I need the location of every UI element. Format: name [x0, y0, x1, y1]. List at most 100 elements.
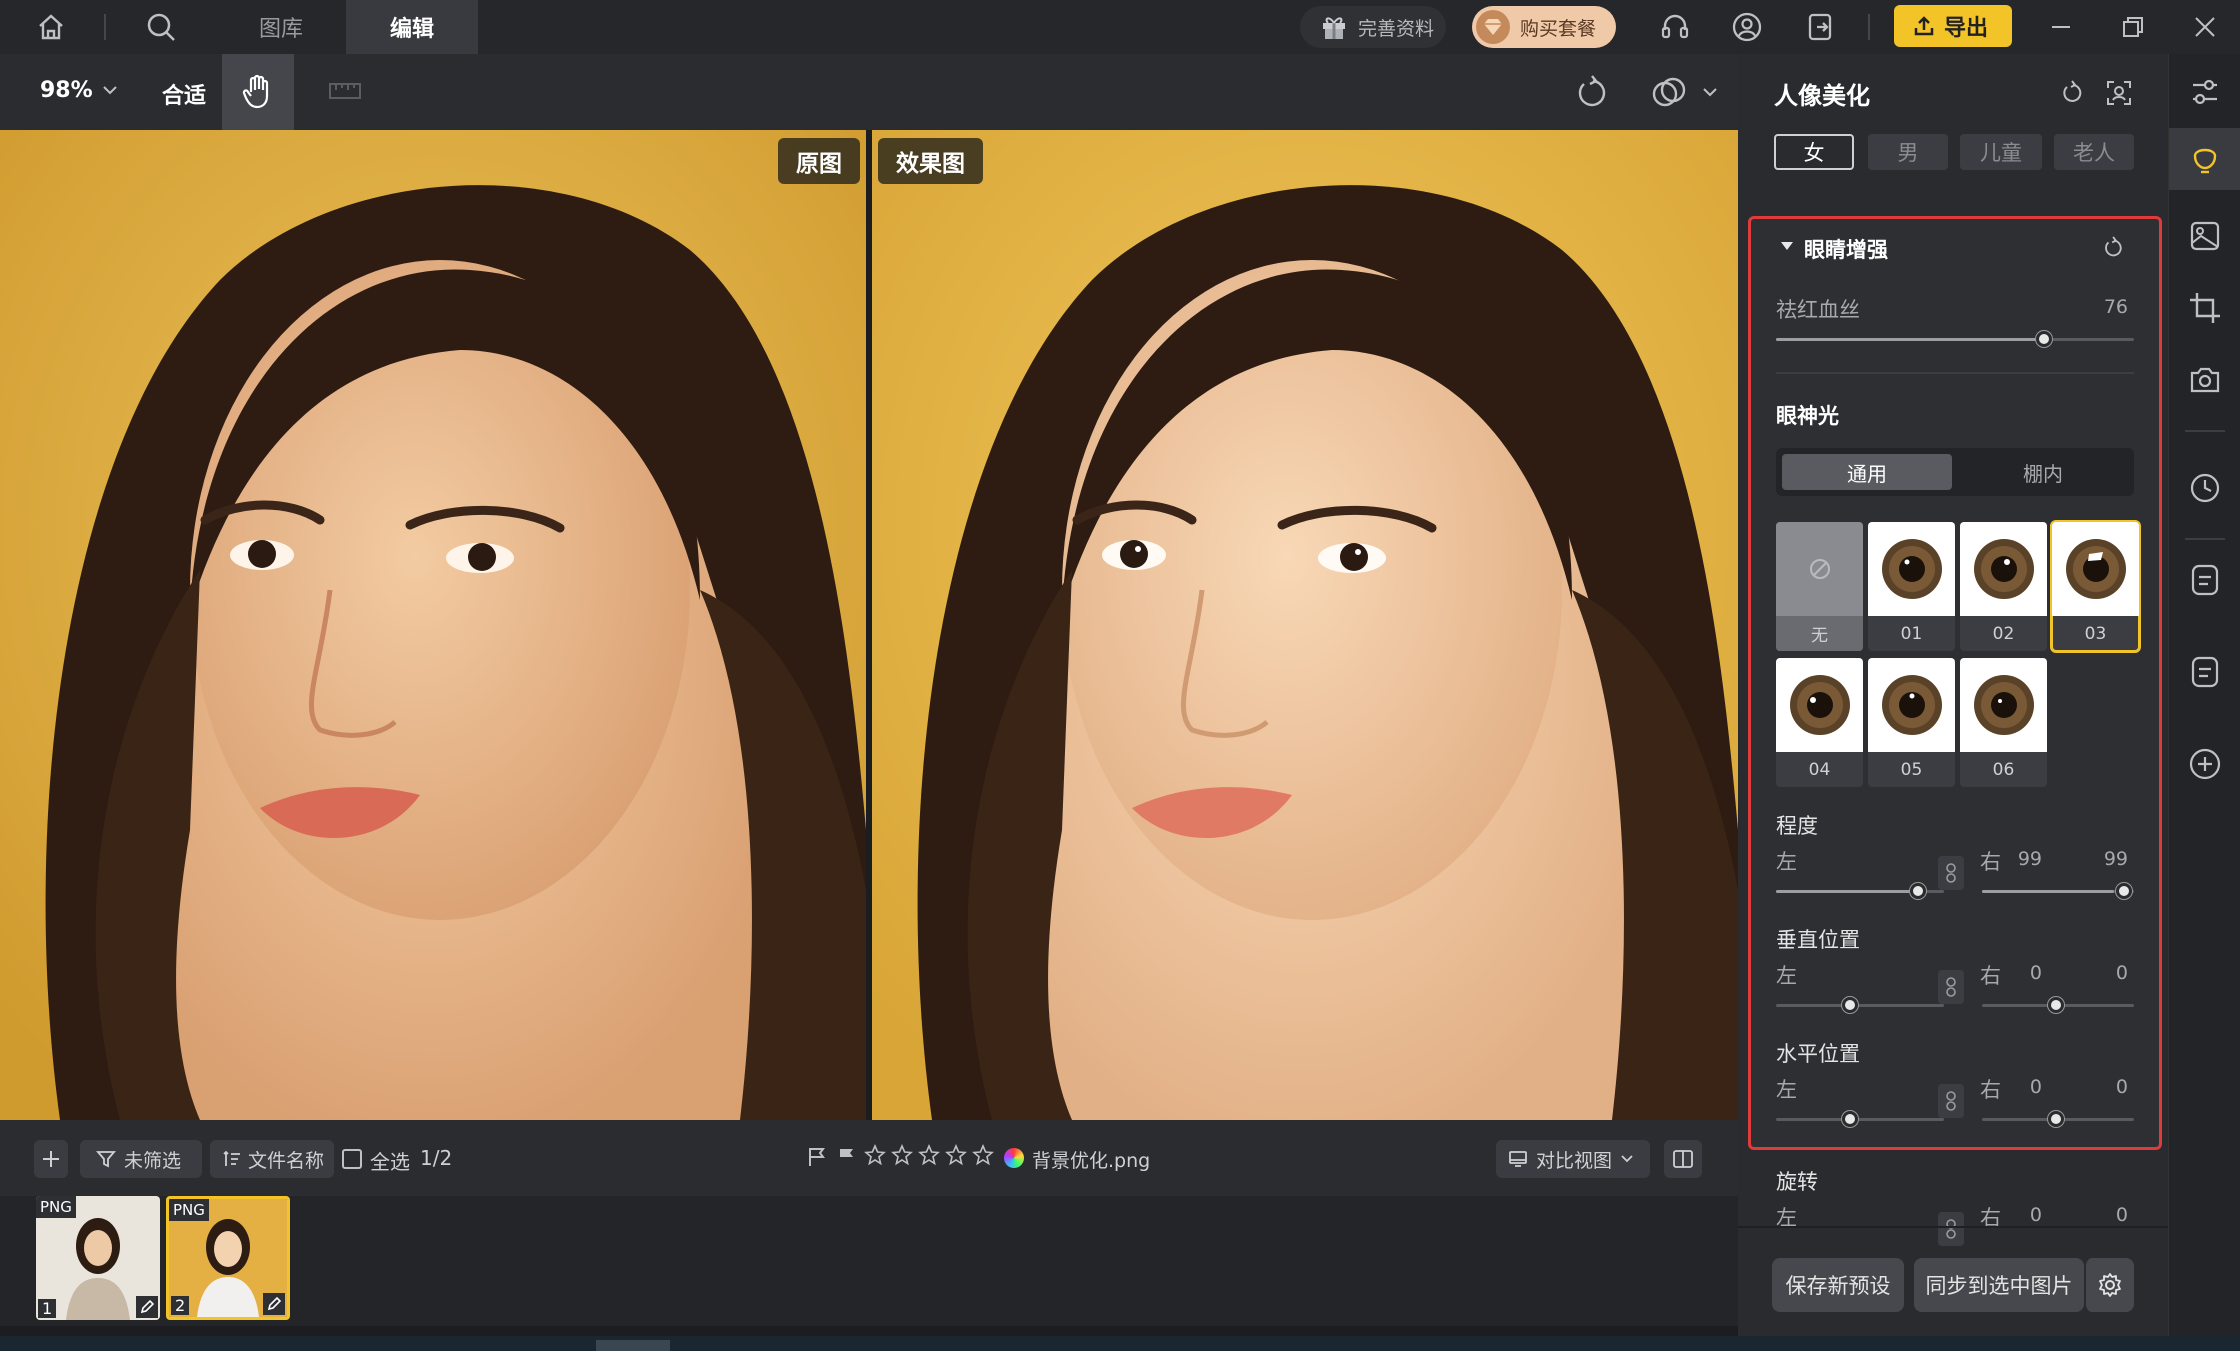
panel-title: 人像美化	[1774, 82, 1870, 110]
home-icon[interactable]	[32, 8, 70, 46]
link-icon[interactable]	[1938, 1212, 1964, 1246]
preset-none[interactable]: 无	[1776, 522, 1863, 651]
save-preset-button[interactable]: 保存新预设	[1772, 1258, 1904, 1312]
vertical-right-knob[interactable]	[2048, 997, 2064, 1013]
tab-male[interactable]: 男	[1868, 134, 1948, 170]
close-icon[interactable]	[2186, 8, 2224, 46]
degree-left-knob[interactable]	[1910, 883, 1926, 899]
flag-icon[interactable]	[806, 1146, 828, 1168]
color-label-icon[interactable]	[1004, 1148, 1024, 1168]
adjust-sliders-icon[interactable]	[2185, 72, 2225, 112]
star-icon[interactable]	[918, 1144, 940, 1166]
add-tool-icon[interactable]	[2185, 744, 2225, 784]
star-icon[interactable]	[864, 1144, 886, 1166]
user-icon[interactable]	[1728, 8, 1766, 46]
filmstrip-toolbar: 未筛选 文件名称 全选 1/2 背景优化.png 对比视图	[0, 1120, 1738, 1196]
ruler-icon[interactable]	[328, 76, 362, 106]
face-detect-icon[interactable]	[2106, 80, 2132, 106]
vertical-left-slider[interactable]	[1776, 1004, 1944, 1007]
complete-profile-button[interactable]: 完善资料	[1300, 6, 1446, 48]
thumbnail-1[interactable]: PNG 1	[36, 1196, 160, 1320]
rotation-title: 旋转	[1776, 1170, 1818, 1194]
logout-icon[interactable]	[1802, 8, 1840, 46]
filter-button[interactable]: 未筛选	[80, 1140, 202, 1178]
tab-female[interactable]: 女	[1774, 134, 1854, 170]
sort-button[interactable]: 文件名称	[210, 1140, 334, 1178]
divider	[2185, 430, 2225, 432]
reject-flag-icon[interactable]	[836, 1146, 858, 1168]
thumbnail-index: 2	[171, 1296, 190, 1315]
hand-tool-button[interactable]	[222, 54, 294, 130]
preset-06[interactable]: 06	[1960, 658, 2047, 787]
tab-general[interactable]: 通用	[1782, 454, 1952, 490]
reset-icon[interactable]	[2102, 236, 2126, 260]
notes-icon[interactable]	[2185, 560, 2225, 600]
sort-label: 文件名称	[248, 1149, 325, 1172]
headset-icon[interactable]	[1656, 8, 1694, 46]
export-button[interactable]: 导出	[1894, 5, 2012, 47]
preset-03[interactable]: 03	[2050, 520, 2141, 653]
restore-icon[interactable]	[2114, 8, 2152, 46]
vertical-right-value[interactable]: 0	[2068, 962, 2128, 984]
metadata-icon[interactable]	[2185, 652, 2225, 692]
preset-05[interactable]: 05	[1868, 658, 1955, 787]
original-image[interactable]: 原图	[0, 130, 866, 1120]
crop-icon[interactable]	[2185, 288, 2225, 328]
split-view-button[interactable]	[1664, 1140, 1702, 1178]
horizontal-right-knob[interactable]	[2048, 1111, 2064, 1127]
redness-slider-knob[interactable]	[2036, 331, 2052, 347]
star-icon[interactable]	[972, 1144, 994, 1166]
image-adjust-icon[interactable]	[2185, 216, 2225, 256]
history-icon[interactable]	[2185, 468, 2225, 508]
buy-plan-button[interactable]: 购买套餐	[1472, 6, 1616, 48]
preset-02[interactable]: 02	[1960, 522, 2047, 651]
rotate-reset-icon[interactable]	[1574, 74, 1612, 112]
preset-label: 06	[1992, 759, 2015, 780]
link-icon[interactable]	[1938, 970, 1964, 1004]
divider	[1738, 1226, 2168, 1228]
camera-icon[interactable]	[2185, 360, 2225, 400]
redness-value[interactable]: 76	[2068, 296, 2128, 318]
chevron-down-icon[interactable]	[1702, 86, 1718, 98]
rating-stars[interactable]	[864, 1144, 994, 1166]
select-all-checkbox[interactable]	[342, 1149, 362, 1169]
fit-button[interactable]: 合适	[162, 78, 206, 110]
chevron-down-icon[interactable]	[102, 84, 118, 96]
tab-gallery[interactable]: 图库	[230, 0, 332, 54]
sync-to-selected-button[interactable]: 同步到选中图片	[1914, 1258, 2084, 1312]
vertical-left-knob[interactable]	[1842, 997, 1858, 1013]
tab-studio[interactable]: 棚内	[1958, 454, 2128, 490]
degree-right-knob[interactable]	[2116, 883, 2132, 899]
star-icon[interactable]	[945, 1144, 967, 1166]
tab-edit[interactable]: 编辑	[346, 0, 478, 54]
select-all-label[interactable]: 全选	[370, 1146, 410, 1175]
eye-enhance-title[interactable]: 眼睛增强	[1804, 234, 1888, 264]
face-beauty-icon[interactable]	[2185, 140, 2225, 180]
search-icon[interactable]	[142, 8, 180, 46]
edit-pencil-icon[interactable]	[136, 1296, 158, 1318]
edit-pencil-icon[interactable]	[263, 1293, 285, 1315]
horizontal-left-knob[interactable]	[1842, 1111, 1858, 1127]
link-icon[interactable]	[1938, 856, 1964, 890]
degree-right-value[interactable]: 99	[2068, 848, 2128, 870]
preset-01[interactable]: 01	[1868, 522, 1955, 651]
view-mode-dropdown[interactable]: 对比视图	[1496, 1140, 1650, 1178]
horizontal-right-value[interactable]: 0	[2068, 1076, 2128, 1098]
settings-button[interactable]	[2084, 1258, 2134, 1312]
zoom-level[interactable]: 98%	[40, 78, 93, 103]
star-icon[interactable]	[891, 1144, 913, 1166]
scrollbar-thumb[interactable]	[596, 1340, 670, 1351]
caret-down-icon[interactable]	[1780, 240, 1794, 252]
preset-04[interactable]: 04	[1776, 658, 1863, 787]
tab-elderly[interactable]: 老人	[2054, 134, 2134, 170]
horizontal-left-slider[interactable]	[1776, 1118, 1944, 1121]
link-icon[interactable]	[1938, 1084, 1964, 1118]
add-button[interactable]	[34, 1140, 68, 1178]
effect-image[interactable]: 效果图	[872, 130, 1738, 1120]
minimize-icon[interactable]	[2042, 8, 2080, 46]
tab-children[interactable]: 儿童	[1960, 134, 2042, 170]
reset-icon[interactable]	[2060, 80, 2086, 106]
rotation-right-value[interactable]: 0	[2068, 1204, 2128, 1226]
thumbnail-2[interactable]: PNG 2	[166, 1196, 290, 1320]
compare-overlay-icon[interactable]	[1650, 74, 1688, 112]
